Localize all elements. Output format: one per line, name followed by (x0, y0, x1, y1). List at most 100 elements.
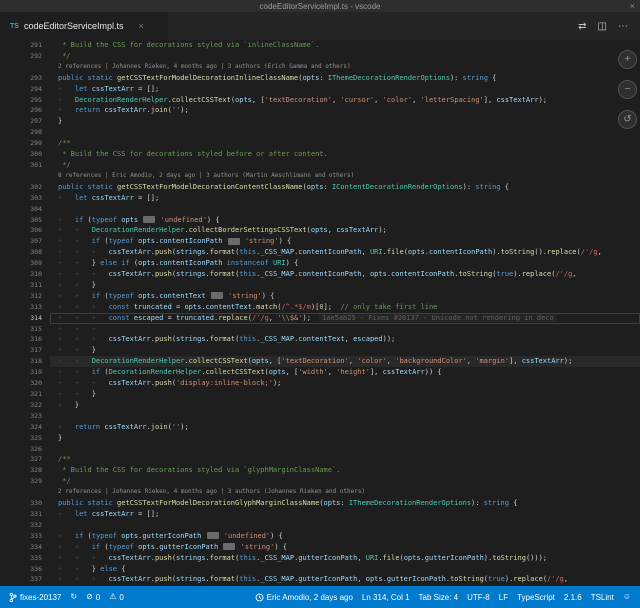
codelens[interactable]: 2 references | Johannes Rieken, 4 months… (50, 62, 640, 73)
code-line-293[interactable]: 293public static getCSSTextForModelDecor… (0, 73, 640, 84)
code-line-303[interactable]: 303+ let cssTextArr = []; (0, 193, 640, 204)
line-number[interactable]: 335 (0, 553, 50, 564)
line-number[interactable]: 321 (0, 389, 50, 400)
code-line-content[interactable]: + + } (50, 345, 640, 356)
line-number[interactable]: 315 (0, 324, 50, 335)
line-number[interactable] (0, 62, 50, 73)
code-line-309[interactable]: 309+ + } else if (opts.contentIconPath i… (0, 258, 640, 269)
line-number[interactable]: 293 (0, 73, 50, 84)
code-line-content[interactable]: + let cssTextArr = []; (50, 193, 640, 204)
line-number[interactable] (0, 171, 50, 182)
code-line-334[interactable]: 334+ + if (typeof opts.gutterIconPath 's… (0, 542, 640, 553)
window-close-icon[interactable]: × (630, 0, 635, 12)
code-line-content[interactable]: */ (50, 160, 640, 171)
code-line-content[interactable] (50, 204, 640, 215)
line-number[interactable]: 309 (0, 258, 50, 269)
status-cursor-position[interactable]: Ln 314, Col 1 (358, 593, 414, 602)
code-line-298[interactable]: 298 (0, 127, 640, 138)
status-warnings[interactable]: ⚠0 (105, 593, 128, 602)
code-line-content[interactable]: } (50, 433, 640, 444)
code-line-content[interactable]: + + if (DecorationRenderHelper.collectCS… (50, 367, 640, 378)
codelens[interactable]: 2 references | Johannes Rieken, 4 months… (50, 487, 640, 498)
line-number[interactable]: 333 (0, 531, 50, 542)
line-number[interactable]: 336 (0, 564, 50, 575)
line-number[interactable]: 330 (0, 498, 50, 509)
code-line-content[interactable]: + + } else { (50, 564, 640, 575)
code-line-337[interactable]: 337+ + + cssTextArr.push(strings.format(… (0, 574, 640, 585)
code-line-306[interactable]: 306+ + DecorationRenderHelper.collectBor… (0, 225, 640, 236)
code-line-317[interactable]: 317+ + } (0, 345, 640, 356)
code-line-content[interactable]: + + + cssTextArr.push(strings.format(thi… (50, 574, 640, 585)
code-line-320[interactable]: 320+ + + cssTextArr.push('display:inline… (0, 378, 640, 389)
code-line-content[interactable]: /** (50, 454, 640, 465)
code-line-content[interactable]: */ (50, 476, 640, 487)
code-line-content[interactable]: + + + cssTextArr.push(strings.format(thi… (50, 269, 640, 280)
code-line-318[interactable]: 318+ + DecorationRenderHelper.collectCSS… (0, 356, 640, 367)
line-number[interactable]: 332 (0, 520, 50, 531)
code-line-content[interactable]: + + if (typeof opts.gutterIconPath 'stri… (50, 542, 640, 553)
code-line-content[interactable]: public static getCSSTextForModelDecorati… (50, 498, 640, 509)
code-line-322[interactable]: 322+ } (0, 400, 640, 411)
status-typescript-version[interactable]: 2.1.6 (560, 593, 586, 602)
code-line-305[interactable]: 305+ if (typeof opts 'undefined') { (0, 215, 640, 226)
line-number[interactable]: 313 (0, 302, 50, 313)
code-line-323[interactable]: 323 (0, 411, 640, 422)
code-line-296[interactable]: 296+ return cssTextArr.join(''); (0, 105, 640, 116)
code-line-328[interactable]: 328 * Build the CSS for decorations styl… (0, 465, 640, 476)
code-line-301[interactable]: 301 */ (0, 160, 640, 171)
status-git-branch[interactable]: fixes-20137 (5, 592, 65, 603)
line-number[interactable]: 320 (0, 378, 50, 389)
code-line-content[interactable]: + let cssTextArr = []; (50, 509, 640, 520)
line-number[interactable]: 298 (0, 127, 50, 138)
code-line-311[interactable]: 311+ + } (0, 280, 640, 291)
line-number[interactable]: 334 (0, 542, 50, 553)
line-number[interactable]: 331 (0, 509, 50, 520)
code-line-content[interactable]: + return cssTextArr.join(''); (50, 422, 640, 433)
line-number[interactable]: 326 (0, 444, 50, 455)
line-number[interactable]: 296 (0, 105, 50, 116)
code-line-319[interactable]: 319+ + if (DecorationRenderHelper.collec… (0, 367, 640, 378)
code-line-content[interactable]: + + + cssTextArr.push(strings.format(thi… (50, 247, 640, 258)
line-number[interactable]: 310 (0, 269, 50, 280)
code-line-content[interactable]: + + DecorationRenderHelper.collectCSSTex… (50, 356, 640, 367)
code-line-336[interactable]: 336+ + } else { (0, 564, 640, 575)
line-number[interactable]: 304 (0, 204, 50, 215)
line-number[interactable]: 319 (0, 367, 50, 378)
code-line-content[interactable]: + + + (50, 324, 640, 335)
code-line-312[interactable]: 312+ + if (typeof opts.contentText 'stri… (0, 291, 640, 302)
code-line-content[interactable]: + + + cssTextArr.push(strings.format(thi… (50, 334, 640, 345)
code-line-content[interactable]: + + } else if (opts.contentIconPath inst… (50, 258, 640, 269)
code-line-content[interactable]: + + if (typeof opts.contentText 'string'… (50, 291, 640, 302)
code-line-content[interactable] (50, 127, 640, 138)
line-number[interactable]: 323 (0, 411, 50, 422)
code-line-327[interactable]: 327/** (0, 454, 640, 465)
code-line-content[interactable] (50, 444, 640, 455)
zoom-in-button[interactable]: + (618, 50, 637, 69)
code-line-content[interactable]: + + } (50, 280, 640, 291)
code-line-content[interactable]: * Build the CSS for decorations styled v… (50, 465, 640, 476)
code-line-content[interactable]: + if (typeof opts 'undefined') { (50, 215, 640, 226)
code-line-content[interactable]: + if (typeof opts.gutterIconPath 'undefi… (50, 531, 640, 542)
code-line-333[interactable]: 333+ if (typeof opts.gutterIconPath 'und… (0, 531, 640, 542)
line-number[interactable]: 328 (0, 465, 50, 476)
code-line-content[interactable]: public static getCSSTextForModelDecorati… (50, 73, 640, 84)
code-line-content[interactable]: + } (50, 400, 640, 411)
code-line-335[interactable]: 335+ + + cssTextArr.push(strings.format(… (0, 553, 640, 564)
code-line-content[interactable]: + + + const truncated = opts.contentText… (50, 302, 640, 313)
status-encoding[interactable]: UTF-8 (463, 593, 494, 602)
code-line-321[interactable]: 321+ + } (0, 389, 640, 400)
editor[interactable]: 291 * Build the CSS for decorations styl… (0, 40, 640, 586)
line-number[interactable]: 297 (0, 116, 50, 127)
open-changes-icon[interactable]: ⇄ (578, 21, 586, 32)
line-number[interactable] (0, 487, 50, 498)
zoom-out-button[interactable]: − (618, 80, 637, 99)
code-line-292[interactable]: 292 */ (0, 51, 640, 62)
code-line-content[interactable]: + + + const escaped = truncated.replace(… (50, 313, 640, 324)
line-number[interactable]: 316 (0, 334, 50, 345)
more-actions-icon[interactable]: ⋯ (618, 21, 628, 32)
line-number[interactable]: 300 (0, 149, 50, 160)
split-editor-icon[interactable]: ◫ (598, 21, 607, 32)
line-number[interactable]: 302 (0, 182, 50, 193)
code-line-294[interactable]: 294+ let cssTextArr = []; (0, 84, 640, 95)
code-line-content[interactable]: } (50, 116, 640, 127)
